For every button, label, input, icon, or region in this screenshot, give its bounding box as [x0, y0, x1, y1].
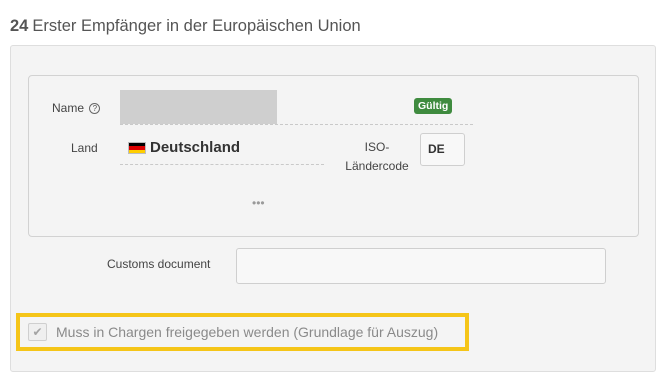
- country-label: Land: [71, 141, 98, 155]
- section-number: 24: [10, 17, 29, 35]
- question-circle-icon[interactable]: ?: [89, 103, 101, 114]
- name-field-underline: [120, 124, 473, 125]
- status-badge: Gültig: [414, 98, 453, 114]
- iso-label-line2: Ländercode: [345, 159, 409, 173]
- iso-code-field[interactable]: DE: [420, 133, 465, 166]
- section-title: 24 Erster Empfänger in der Europäischen U…: [10, 17, 361, 36]
- customs-document-label: Customs document: [107, 257, 211, 271]
- country-value[interactable]: Deutschland: [150, 139, 240, 156]
- release-checkbox[interactable]: ✔: [28, 323, 47, 341]
- release-checkbox-label: Muss in Chargen freigegeben werden (Grun…: [56, 324, 439, 340]
- country-field-underline: [120, 164, 324, 165]
- flag-germany-icon: [128, 142, 146, 154]
- more-options-button[interactable]: •••: [252, 196, 265, 210]
- iso-label: ISO- Ländercode: [340, 138, 414, 176]
- iso-label-line1: ISO-: [364, 140, 390, 154]
- section-heading: Erster Empfänger in der Europäischen Uni…: [32, 17, 361, 35]
- name-label-text: Name: [52, 101, 85, 115]
- checkmark-icon: ✔: [32, 325, 43, 339]
- name-field-redacted[interactable]: [120, 90, 277, 124]
- name-label: Name ?: [52, 101, 101, 115]
- customs-document-input[interactable]: [236, 248, 606, 284]
